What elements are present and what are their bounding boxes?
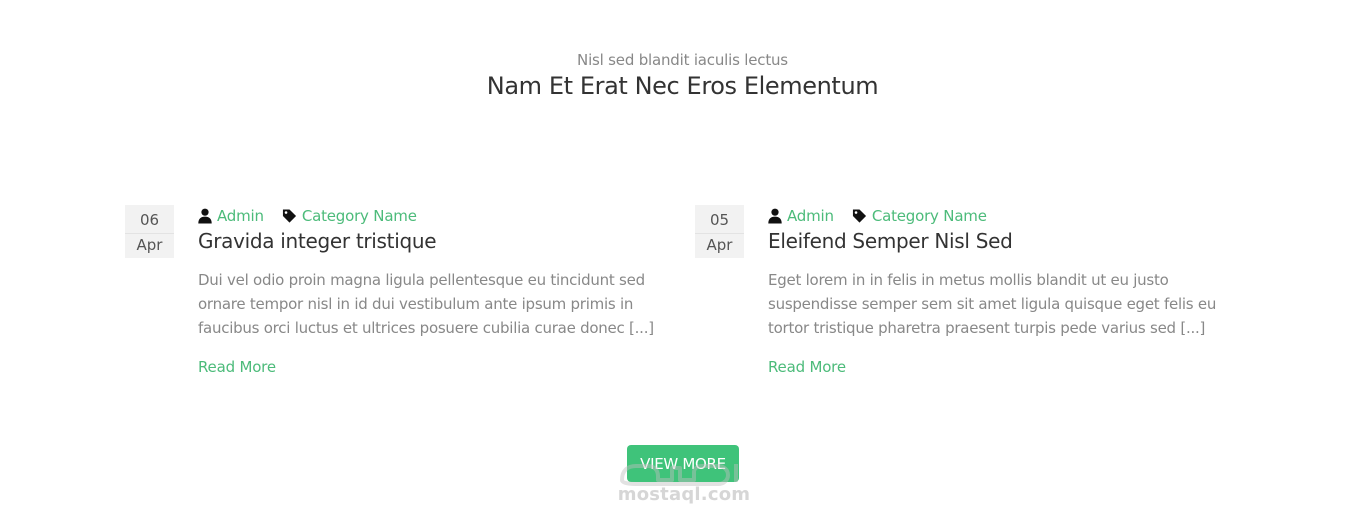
post-meta: Admin Category Name [768, 205, 1228, 227]
section-subtitle: Nisl sed blandit iaculis lectus [577, 51, 788, 69]
post-date-badge: 06 Apr [125, 205, 174, 258]
post-date-day: 05 [695, 205, 744, 234]
section-header: Nisl sed blandit iaculis lectus Nam Et E… [0, 50, 1365, 102]
post-category-name: Category Name [301, 207, 417, 225]
post-author-link[interactable]: Admin [198, 205, 264, 227]
excerpt-line: Eget lorem in in felis in metus mollis b… [768, 271, 1169, 289]
post-date-month: Apr [706, 236, 733, 254]
post-body: Admin Category Name Gravida integer tris… [198, 205, 658, 379]
post-body: Admin Category Name Eleifend Semper Nisl… [768, 205, 1228, 379]
view-more-button[interactable]: VIEW MORE [627, 445, 739, 482]
excerpt-line: Dui vel odio proin magna ligula pellente… [198, 271, 645, 289]
post-date-day: 06 [125, 205, 174, 234]
post-author-name: Admin [787, 207, 834, 225]
post-excerpt: Eget lorem in in felis in metus mollis b… [768, 268, 1228, 340]
post-title[interactable]: Eleifend Semper Nisl Sed [768, 227, 1228, 255]
post-author-name: Admin [217, 207, 264, 225]
user-icon [198, 208, 212, 224]
post-excerpt: Dui vel odio proin magna ligula pellente… [198, 268, 658, 340]
blog-post-card: 05 Apr Admin Category Name Eleifend Semp… [695, 205, 1216, 395]
watermark-text: mostaql.com [617, 484, 751, 505]
post-date-month: Apr [136, 236, 163, 254]
post-category-link[interactable]: Category Name [282, 205, 417, 227]
blog-post-card: 06 Apr Admin Category Name Gravida integ… [125, 205, 654, 395]
read-more-link[interactable]: Read More [768, 355, 1228, 379]
tag-icon [282, 209, 296, 223]
post-date-badge: 05 Apr [695, 205, 744, 258]
user-icon [768, 208, 782, 224]
excerpt-line: ornare tempor nisl in id dui vestibulum … [198, 295, 634, 313]
excerpt-line: faucibus orci luctus et ultrices posuere… [198, 319, 654, 337]
post-category-name: Category Name [871, 207, 987, 225]
post-category-link[interactable]: Category Name [852, 205, 987, 227]
post-meta: Admin Category Name [198, 205, 658, 227]
excerpt-line: tortor tristique pharetra praesent turpi… [768, 319, 1206, 337]
post-title[interactable]: Gravida integer tristique [198, 227, 658, 255]
excerpt-line: suspendisse semper sem sit amet ligula q… [768, 295, 1217, 313]
section-title: Nam Et Erat Nec Eros Elementum [486, 72, 879, 100]
read-more-link[interactable]: Read More [198, 355, 658, 379]
tag-icon [852, 209, 866, 223]
post-author-link[interactable]: Admin [768, 205, 834, 227]
